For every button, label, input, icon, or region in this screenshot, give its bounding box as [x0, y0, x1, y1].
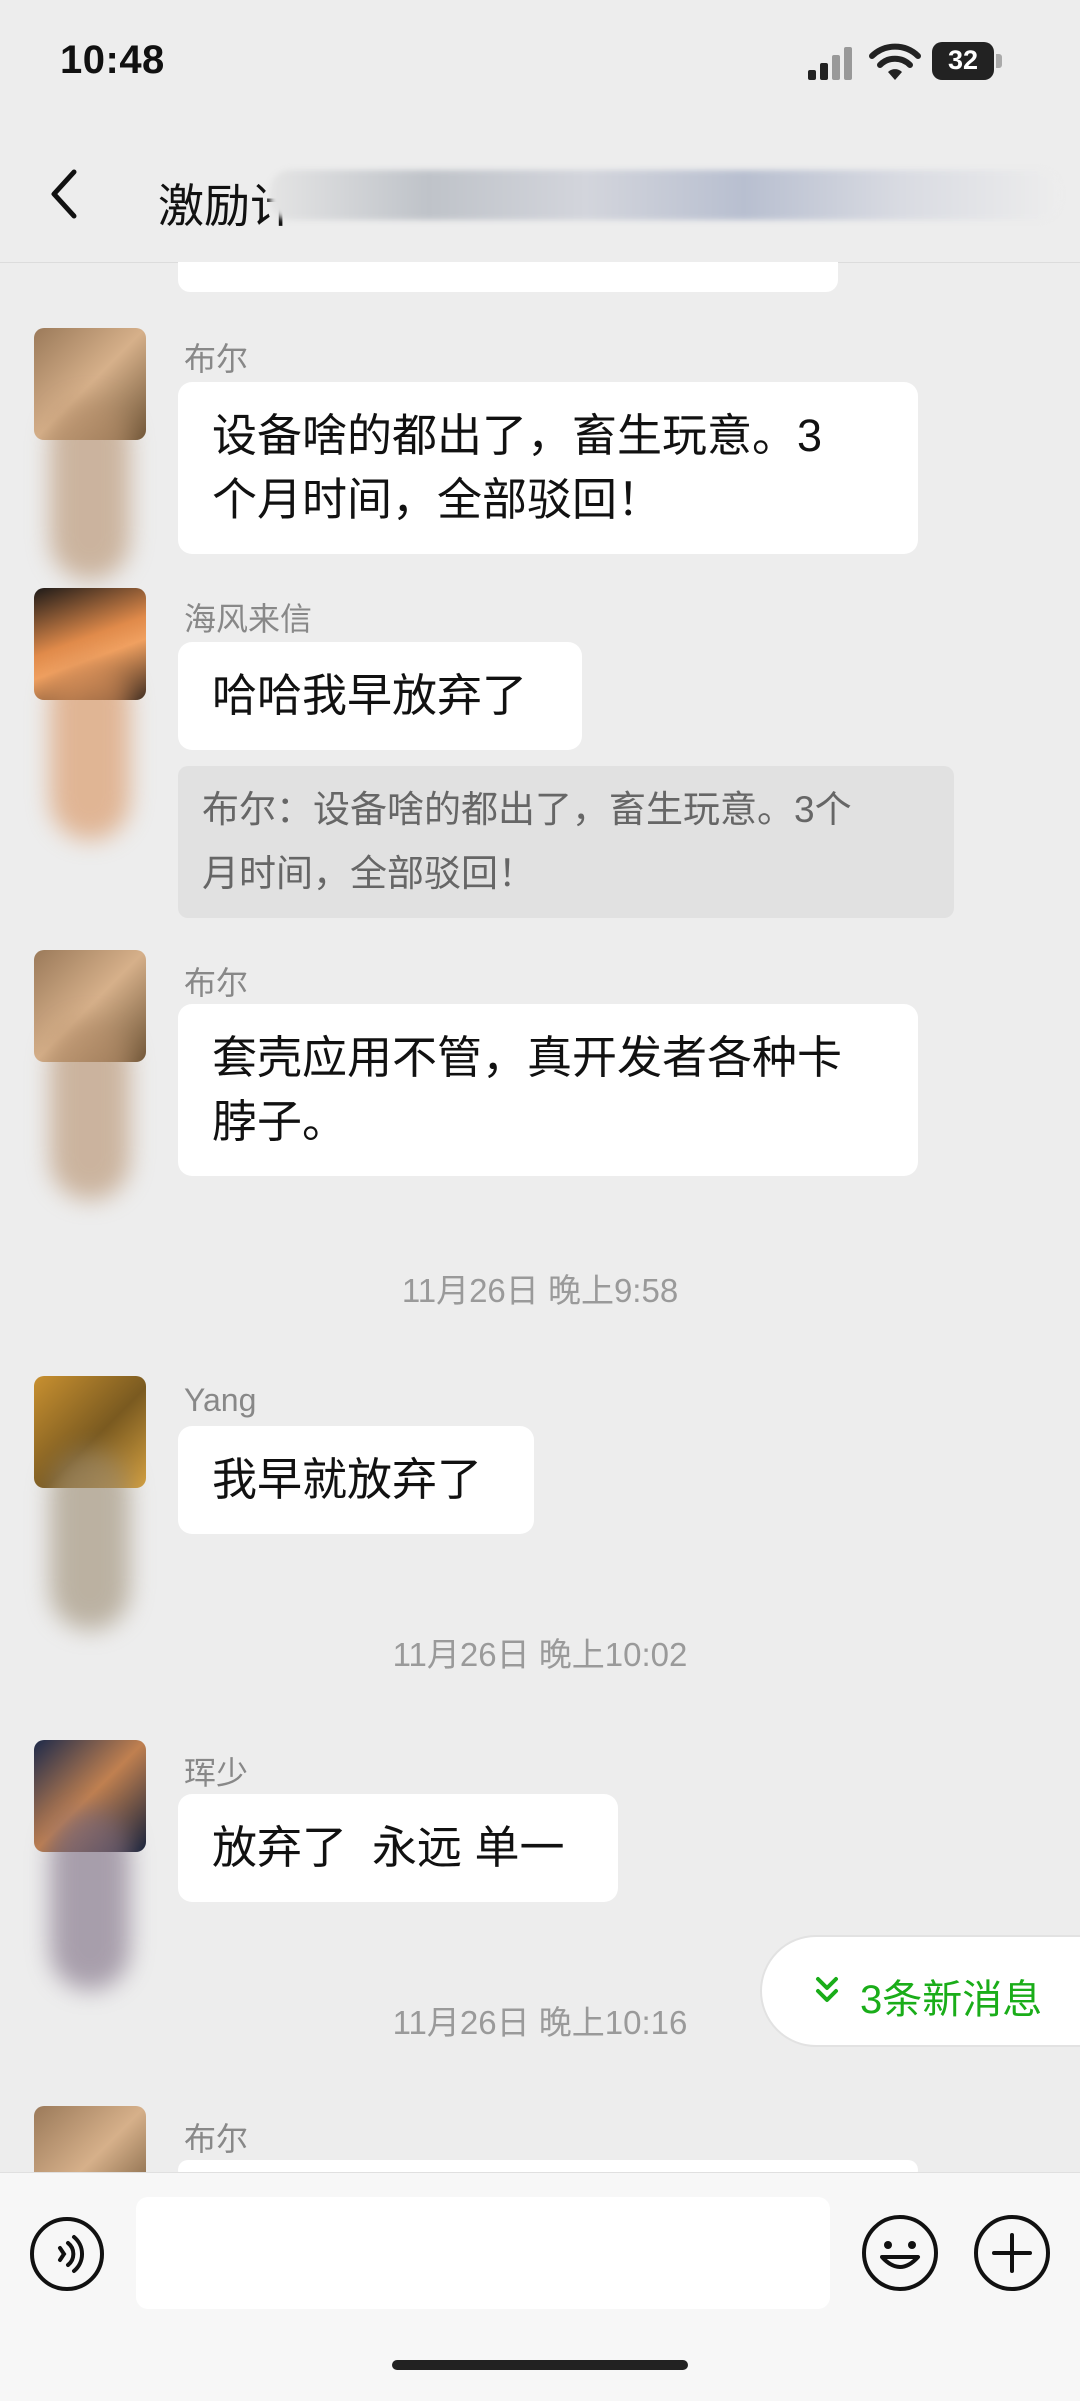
home-indicator: [392, 2360, 688, 2370]
message-text: 我早就放弃了: [212, 1454, 483, 1505]
avatar-blur-artifact: [50, 1810, 130, 1990]
avatar-blur-artifact: [50, 400, 130, 580]
plus-icon[interactable]: [972, 2213, 1052, 2293]
double-chevron-down-icon: [816, 1977, 838, 2002]
back-arrow-icon[interactable]: [40, 164, 90, 224]
sender-name: 布尔: [184, 2121, 249, 2157]
quoted-message[interactable]: 布尔：设备啥的都出了，畜生玩意。3个 月时间，全部驳回！: [178, 766, 954, 918]
quote-line: 布尔：设备啥的都出了，畜生玩意。3个: [202, 789, 852, 830]
new-messages-label: 3条新消息: [860, 1978, 1043, 2022]
sender-name: 布尔: [184, 341, 249, 377]
quote-line: 月时间，全部驳回！: [202, 853, 535, 894]
battery-icon: 32: [932, 42, 1002, 80]
message-line: 个月时间，全部驳回！: [212, 474, 663, 525]
message-line: 套壳应用不管，真开发者各种卡: [212, 1032, 843, 1083]
message-input[interactable]: [136, 2197, 830, 2309]
new-messages-button[interactable]: 3条新消息: [760, 1935, 1080, 2047]
avatar-blur-artifact: [50, 660, 130, 840]
chat-header: 激励计: [0, 130, 1080, 263]
sender-name: Yang: [184, 1382, 257, 1418]
avatar-blur-artifact: [50, 1020, 130, 1200]
message-text: 放弃了 永远 单一: [212, 1822, 565, 1873]
avatar-blur-artifact: [50, 1450, 130, 1630]
previous-message-bubble[interactable]: [178, 262, 838, 292]
status-bar: 10:48 32: [0, 0, 1080, 130]
status-time: 10:48: [60, 38, 165, 82]
title-blurred-region: [270, 170, 1060, 220]
wifi-icon: [869, 43, 921, 80]
timestamp: 11月26日 晚上9:58: [401, 1272, 679, 1309]
voice-input-icon[interactable]: [28, 2215, 106, 2293]
timestamp: 11月26日 晚上10:02: [392, 1636, 688, 1673]
message-bubble[interactable]: 哈哈我早放弃了: [178, 642, 582, 750]
cellular-signal-icon: [808, 47, 852, 80]
message-bubble[interactable]: 我早就放弃了: [178, 1426, 534, 1534]
emoji-icon[interactable]: [860, 2213, 940, 2293]
message-line: 脖子。: [212, 1096, 348, 1147]
message-bubble[interactable]: 放弃了 永远 单一: [178, 1794, 618, 1902]
sender-name: 珲少: [184, 1755, 249, 1791]
message-bubble[interactable]: 套壳应用不管，真开发者各种卡 脖子。: [178, 1004, 918, 1176]
sender-name: 海风来信: [184, 601, 313, 637]
battery-level: 32: [947, 45, 979, 75]
message-line: 设备啥的都出了，畜生玩意。3: [212, 410, 823, 461]
message-bubble[interactable]: 设备啥的都出了，畜生玩意。3 个月时间，全部驳回！: [178, 382, 918, 554]
message-text: 哈哈我早放弃了: [212, 670, 528, 721]
sender-name: 布尔: [184, 965, 249, 1001]
